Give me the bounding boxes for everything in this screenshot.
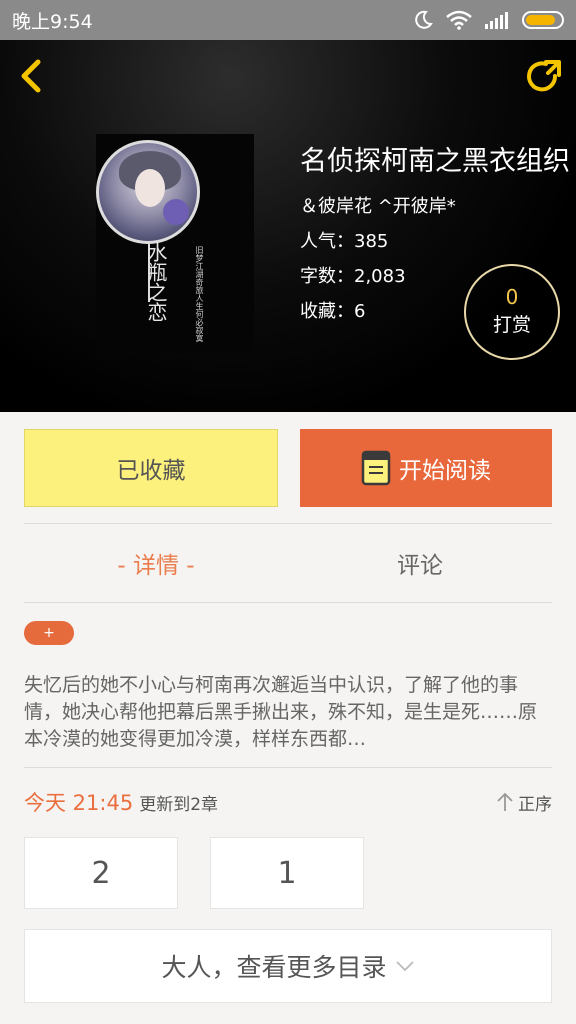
- update-text: 更新到2章: [139, 794, 219, 815]
- tip-button[interactable]: 0 打赏: [464, 264, 560, 360]
- book-icon: [361, 450, 391, 486]
- share-button[interactable]: [524, 56, 564, 96]
- collect-button[interactable]: 已收藏: [24, 429, 278, 507]
- book-description[interactable]: 失忆后的她不小心与柯南再次邂逅当中认识，了解了他的事情，她决心帮他把幕后黑手揪出…: [24, 672, 552, 753]
- battery-icon: [522, 11, 564, 29]
- book-header: 水瓶之恋 旧梦江湖奇旅人生何必寂寞 名侦探柯南之黑衣组织 ＆彼岸花 ^开彼岸* …: [0, 40, 576, 412]
- signal-icon: [485, 12, 508, 29]
- book-author[interactable]: ＆彼岸花 ^开彼岸*: [300, 192, 576, 218]
- more-catalog-label: 大人，查看更多目录: [161, 953, 387, 982]
- tab-details[interactable]: - 详情 -: [24, 524, 288, 602]
- cover-title-text: 水瓶之恋: [144, 242, 168, 322]
- book-title: 名侦探柯南之黑衣组织: [300, 146, 570, 177]
- chapter-item[interactable]: 2: [24, 837, 178, 909]
- book-popularity: 人气：385: [300, 231, 389, 252]
- chevron-down-icon: [395, 961, 414, 972]
- update-time: 今天 21:45: [24, 791, 134, 815]
- add-tag-button[interactable]: +: [24, 621, 74, 645]
- moon-icon: [415, 10, 433, 29]
- book-cover[interactable]: 水瓶之恋 旧梦江湖奇旅人生何必寂寞: [96, 134, 254, 354]
- start-reading-button[interactable]: 开始阅读: [300, 429, 552, 507]
- divider: [24, 767, 552, 768]
- status-icons: [412, 9, 564, 31]
- battery-fill: [526, 15, 555, 25]
- chapter-item[interactable]: 1: [210, 837, 364, 909]
- tip-label: 打赏: [492, 314, 531, 336]
- more-catalog-button[interactable]: 大人，查看更多目录: [24, 929, 552, 1003]
- start-reading-label: 开始阅读: [399, 458, 491, 484]
- status-time: 晚上9:54: [12, 10, 93, 33]
- share-arrow-icon: [527, 60, 561, 92]
- back-button[interactable]: [14, 58, 50, 94]
- tab-comments[interactable]: 评论: [288, 524, 552, 602]
- sort-button[interactable]: 正序: [496, 790, 552, 815]
- update-row: 今天 21:45 更新到2章 正序: [24, 784, 552, 820]
- tip-count: 0: [505, 285, 519, 309]
- sort-label: 正序: [518, 794, 552, 815]
- chevron-left-icon: [21, 59, 41, 93]
- status-bar: 晚上9:54: [0, 0, 576, 40]
- wifi-icon: [446, 10, 472, 30]
- cover-subtitle-text: 旧梦江湖奇旅人生何必寂寞: [195, 246, 204, 342]
- tab-bar: - 详情 - 评论: [24, 524, 552, 602]
- cover-illustration: [96, 140, 200, 244]
- divider: [24, 602, 552, 603]
- action-buttons: 已收藏 开始阅读: [24, 429, 552, 507]
- arrow-up-icon: [497, 792, 513, 811]
